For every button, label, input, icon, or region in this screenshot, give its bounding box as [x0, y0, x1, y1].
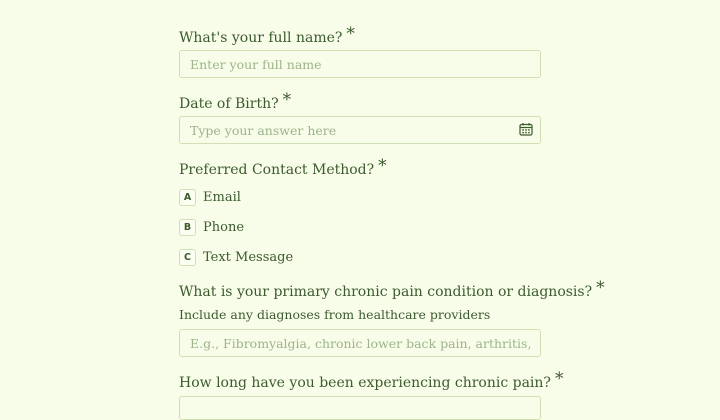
choice-key-badge: A: [179, 188, 196, 206]
question-text: Preferred Contact Method?: [179, 162, 375, 178]
choice-key-badge: C: [179, 248, 196, 266]
question-full-name-label: What's your full name? *: [179, 25, 355, 47]
question-text: Date of Birth?: [179, 96, 279, 112]
question-text: What is your primary chronic pain condit…: [179, 284, 593, 300]
dob-input[interactable]: [179, 116, 541, 144]
required-asterisk: *: [282, 90, 292, 110]
required-asterisk: *: [596, 278, 605, 298]
choice-key-badge: B: [179, 218, 196, 236]
full-name-input[interactable]: [179, 50, 541, 78]
condition-input[interactable]: [179, 329, 541, 357]
required-asterisk: *: [554, 369, 564, 389]
question-dob-label: Date of Birth? *: [179, 91, 291, 113]
choice-email[interactable]: A Email: [179, 187, 241, 207]
required-asterisk: *: [378, 156, 387, 176]
question-condition-label: What is your primary chronic pain condit…: [179, 279, 605, 301]
question-text: How long have you been experiencing chro…: [179, 375, 551, 391]
calendar-icon[interactable]: [519, 122, 533, 136]
duration-input[interactable]: [179, 396, 541, 420]
choice-phone[interactable]: B Phone: [179, 217, 244, 237]
choice-text-message[interactable]: C Text Message: [179, 247, 293, 267]
question-contact-method-label: Preferred Contact Method? *: [179, 157, 387, 179]
question-text: What's your full name?: [179, 30, 343, 46]
choice-label: Text Message: [203, 249, 294, 265]
question-helper-text: Include any diagnoses from healthcare pr…: [179, 307, 491, 322]
dob-field: [179, 116, 541, 144]
choice-label: Email: [203, 189, 241, 205]
question-duration-label: How long have you been experiencing chro…: [179, 370, 563, 392]
required-asterisk: *: [346, 24, 355, 44]
choice-label: Phone: [203, 219, 245, 235]
